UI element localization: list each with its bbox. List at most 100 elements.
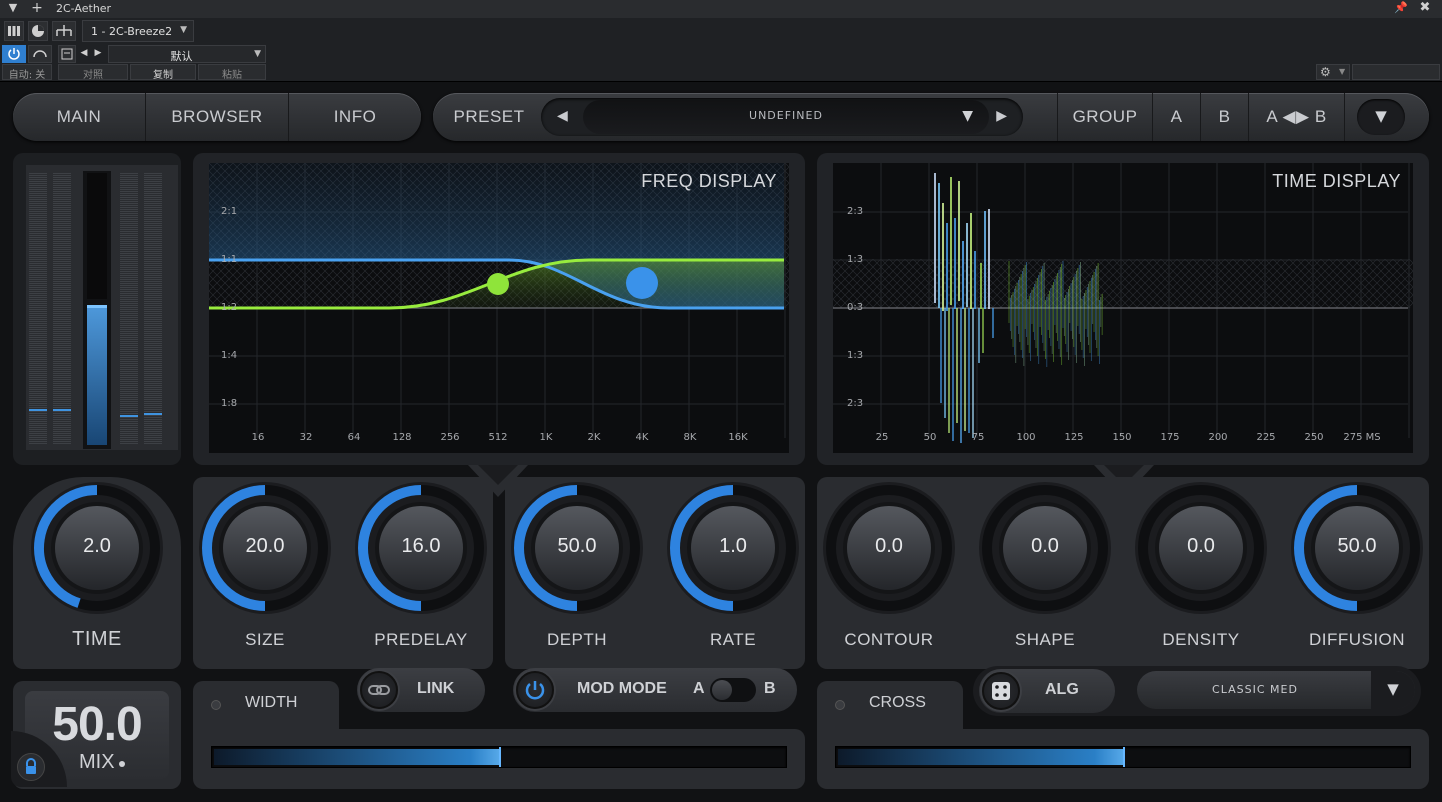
- algorithm-bar: ALG CLASSIC MED ▼: [973, 666, 1421, 716]
- predelay-label: PREDELAY: [374, 630, 468, 649]
- link-icon[interactable]: [28, 45, 52, 63]
- shape-value: 0.0: [1031, 535, 1059, 557]
- b-button[interactable]: B: [1201, 93, 1249, 141]
- window-title: 2C-Aether: [56, 2, 112, 15]
- link-button[interactable]: LINK: [357, 668, 485, 712]
- time-label: TIME: [72, 628, 122, 650]
- host-toolbar: ▼ + 2C-Aether 📌 ✖ 1 - 2C-Breeze2 ▼ ◀ ▶ 默…: [0, 0, 1442, 82]
- mix-dot-indicator: [119, 761, 125, 767]
- tab-browser[interactable]: BROWSER: [146, 93, 289, 141]
- time-x-label: 250: [1304, 432, 1324, 443]
- diffusion-value: 50.0: [1337, 535, 1377, 557]
- predelay-knob[interactable]: 16.0: [351, 478, 491, 618]
- pin-icon[interactable]: 📌: [1394, 1, 1408, 14]
- previous-preset-icon[interactable]: ◀: [557, 108, 568, 124]
- link-icon: [368, 685, 390, 695]
- random-button[interactable]: [982, 672, 1020, 710]
- rate-knob[interactable]: 1.0: [663, 478, 803, 618]
- mod-mode-switch[interactable]: [710, 678, 756, 702]
- freq-y-label: 2:1: [221, 206, 238, 217]
- cross-slider-handle[interactable]: [1123, 747, 1125, 767]
- density-value: 0.0: [1187, 535, 1215, 557]
- cross-slider[interactable]: [835, 746, 1411, 768]
- time-x-label: 25: [875, 432, 889, 443]
- auto-label: 自动: 关: [8, 70, 46, 81]
- compare-button[interactable]: 对照: [58, 64, 128, 81]
- density-label: DENSITY: [1162, 630, 1240, 649]
- diffusion-label: DIFFUSION: [1308, 630, 1406, 649]
- bars-icon[interactable]: [4, 21, 24, 41]
- algorithm-value: CLASSIC MED: [1212, 683, 1298, 696]
- menu-button[interactable]: ▼: [1357, 99, 1405, 135]
- clock-icon[interactable]: [28, 21, 48, 41]
- link-label: LINK: [417, 680, 455, 697]
- lock-button[interactable]: [17, 753, 45, 781]
- time-x-label: 50: [923, 432, 937, 443]
- freq-display[interactable]: FREQ DISPLAY 2:1 1:1 1:2 1:4 1:8 16 32 64 1…: [209, 163, 789, 453]
- power-button[interactable]: [2, 45, 26, 63]
- alg-button[interactable]: ALG: [979, 669, 1115, 713]
- width-led[interactable]: [211, 700, 221, 710]
- cross-tab: CROSS: [817, 681, 963, 731]
- preset-bar: PRESET ◀ UNDEFINED ▼ ▶ GROUP A B A ◀▶ B …: [433, 93, 1429, 141]
- cross-led[interactable]: [835, 700, 845, 710]
- shape-knob[interactable]: 0.0: [975, 478, 1115, 618]
- time-x-label: 150: [1112, 432, 1132, 443]
- size-knob[interactable]: 20.0: [195, 478, 335, 618]
- high-crossover-handle[interactable]: [626, 267, 658, 299]
- depth-knob[interactable]: 50.0: [507, 478, 647, 618]
- time-x-label: 275 MS: [1343, 432, 1381, 443]
- paste-button[interactable]: 粘贴: [198, 64, 266, 81]
- previous-preset-icon[interactable]: ◀: [78, 48, 90, 58]
- next-preset-icon[interactable]: ▶: [92, 48, 104, 58]
- low-crossover-handle[interactable]: [487, 273, 509, 295]
- copy-button[interactable]: 复制: [130, 64, 196, 81]
- mod-power-button[interactable]: [516, 671, 554, 709]
- mix-panel: 50.0 MIX: [11, 681, 181, 789]
- folder-icon[interactable]: [58, 45, 76, 63]
- width-slider[interactable]: [211, 746, 787, 768]
- time-y-label: 2:3: [847, 206, 864, 217]
- next-preset-icon[interactable]: ▶: [996, 108, 1007, 124]
- link-toggle[interactable]: [360, 671, 398, 709]
- algorithm-dropdown[interactable]: CLASSIC MED ▼: [1137, 671, 1415, 709]
- width-slider-handle[interactable]: [499, 747, 501, 767]
- auto-button[interactable]: 自动: 关: [2, 64, 52, 81]
- freq-display-panel: FREQ DISPLAY 2:1 1:1 1:2 1:4 1:8 16 32 64 1…: [193, 153, 805, 465]
- dice-icon: [992, 682, 1010, 700]
- time-x-label: 125: [1064, 432, 1084, 443]
- freq-x-label: 64: [347, 432, 361, 443]
- mod-mode-control: MOD MODE A B: [513, 668, 797, 712]
- mod-a-label: A: [693, 680, 705, 697]
- ab-compare-button[interactable]: A ◀▶ B: [1249, 93, 1345, 141]
- width-label: WIDTH: [245, 694, 298, 711]
- chevron-down-icon[interactable]: ▼: [6, 1, 20, 14]
- time-x-label: 225: [1256, 432, 1276, 443]
- freq-x-label: 4K: [635, 432, 649, 443]
- tab-info[interactable]: INFO: [289, 93, 421, 141]
- plugin-slot-select[interactable]: 1 - 2C-Breeze2 ▼: [82, 20, 194, 42]
- close-icon[interactable]: ✖: [1418, 0, 1432, 15]
- routing-icon[interactable]: [52, 21, 76, 41]
- settings-button[interactable]: ⚙ ▼: [1316, 64, 1350, 80]
- a-button[interactable]: A: [1153, 93, 1201, 141]
- preset-dropdown[interactable]: UNDEFINED ▼: [583, 100, 989, 134]
- shape-label: SHAPE: [1014, 630, 1076, 649]
- time-knob[interactable]: 2.0: [27, 478, 167, 618]
- freq-x-label: 16: [251, 432, 265, 443]
- time-x-label: 175: [1160, 432, 1180, 443]
- time-display: TIME DISPLAY 2:3 1:3 0:3 1:3 2:3 25 50 75 1…: [833, 163, 1413, 453]
- size-label: SIZE: [245, 630, 285, 649]
- preset-select[interactable]: 默认 ▼: [108, 45, 266, 63]
- density-knob[interactable]: 0.0: [1131, 478, 1271, 618]
- diffusion-knob[interactable]: 50.0: [1287, 478, 1427, 618]
- tab-main[interactable]: MAIN: [13, 93, 146, 141]
- group-button[interactable]: GROUP: [1057, 93, 1153, 141]
- plus-icon[interactable]: +: [30, 0, 44, 16]
- width-tab: WIDTH: [193, 681, 339, 731]
- freq-x-label: 2K: [587, 432, 601, 443]
- chevron-down-icon: ▼: [180, 25, 187, 35]
- switch-thumb: [712, 680, 732, 700]
- freq-y-label: 1:4: [221, 350, 238, 361]
- contour-knob[interactable]: 0.0: [819, 478, 959, 618]
